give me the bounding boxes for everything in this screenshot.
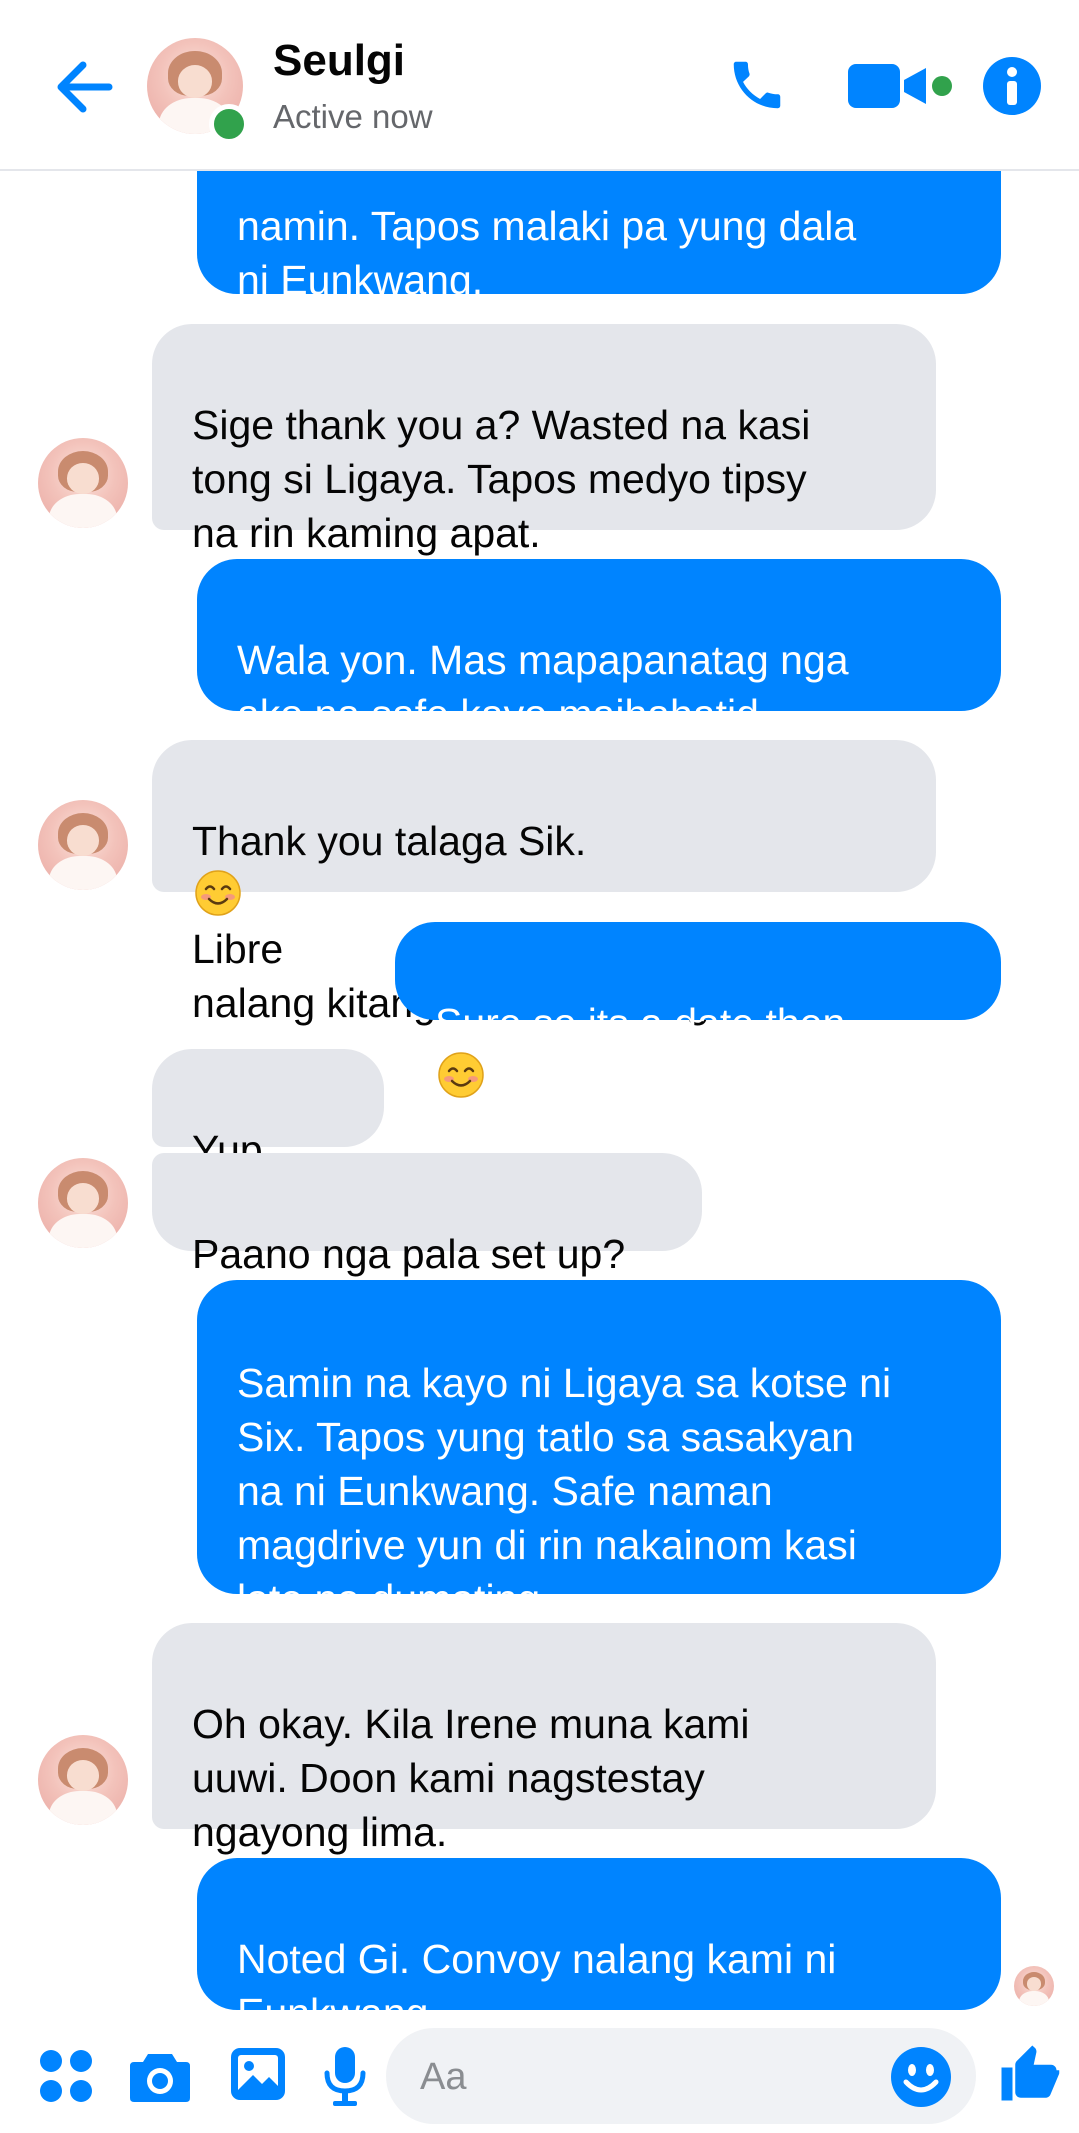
like-button[interactable]	[994, 2038, 1064, 2108]
audio-call-button[interactable]	[722, 50, 792, 120]
sender-avatar[interactable]	[38, 438, 128, 528]
chat-header: Seulgi Active now	[0, 0, 1079, 171]
image-icon	[231, 2048, 285, 2100]
message-bubble-incoming[interactable]: Sige thank you a? Wasted na kasi tong si…	[152, 324, 936, 556]
message-composer	[0, 2024, 1079, 2133]
message-text: Wala yon. Mas mapapanatag nga ako na saf…	[237, 637, 849, 737]
message-text: Sige thank you a? Wasted na kasi tong si…	[192, 402, 811, 556]
seen-indicator-avatar	[1014, 1966, 1054, 2006]
back-arrow-icon	[57, 61, 113, 113]
voice-message-button[interactable]	[322, 2044, 368, 2108]
emoji-button[interactable]	[890, 2046, 952, 2108]
messenger-chat-screen: Seulgi Active now namin. Tapos malaki pa…	[0, 0, 1079, 2133]
message-input-container[interactable]	[386, 2028, 976, 2126]
smiley-icon	[891, 2047, 951, 2107]
sender-avatar[interactable]	[38, 1158, 128, 1248]
message-text: Noted Gi. Convoy nalang kami ni Eunkwang…	[237, 1936, 837, 2024]
message-bubble-outgoing[interactable]: namin. Tapos malaki pa yung dala ni Eunk…	[197, 171, 1001, 303]
sender-avatar[interactable]	[38, 1735, 128, 1825]
camera-button[interactable]	[128, 2046, 192, 2106]
info-icon	[983, 57, 1041, 115]
message-bubble-outgoing[interactable]: Wala yon. Mas mapapanatag nga ako na saf…	[197, 559, 1001, 737]
message-bubble-outgoing[interactable]: Sure so its a date then.	[395, 922, 1001, 1098]
message-bubble-incoming[interactable]: Thank you talaga Sik. Libre nalang kitan…	[152, 740, 936, 1026]
back-button[interactable]	[48, 52, 118, 122]
gallery-button[interactable]	[228, 2044, 288, 2104]
message-list[interactable]: namin. Tapos malaki pa yung dala ni Eunk…	[0, 171, 1079, 2024]
message-input[interactable]	[418, 2028, 902, 2126]
message-bubble-outgoing[interactable]: Samin na kayo ni Ligaya sa kotse ni Six.…	[197, 1280, 1001, 1622]
sender-avatar[interactable]	[38, 800, 128, 890]
message-bubble-incoming[interactable]: Paano nga pala set up?	[152, 1153, 702, 1277]
more-actions-button[interactable]	[38, 2048, 94, 2104]
message-text: Samin na kayo ni Ligaya sa kotse ni Six.…	[237, 1360, 892, 1622]
camera-icon	[130, 2054, 190, 2102]
message-bubble-outgoing[interactable]: Noted Gi. Convoy nalang kami ni Eunkwang…	[197, 1858, 1001, 2024]
message-text: Oh okay. Kila Irene muna kami uuwi. Doon…	[192, 1701, 750, 1855]
phone-icon	[733, 61, 781, 109]
video-camera-icon	[848, 64, 952, 108]
info-button[interactable]	[980, 54, 1044, 118]
contact-name[interactable]: Seulgi	[273, 36, 405, 86]
message-bubble-incoming[interactable]: Oh okay. Kila Irene muna kami uuwi. Doon…	[152, 1623, 936, 1855]
message-bubble-incoming[interactable]: Yup.	[152, 1049, 384, 1225]
thumbs-up-icon	[1001, 2045, 1060, 2101]
online-status-dot	[209, 104, 249, 144]
contact-avatar[interactable]	[147, 38, 249, 144]
contact-status: Active now	[273, 98, 433, 135]
smiling-face-with-smiling-eyes-emoji	[438, 1052, 484, 1098]
four-dots-icon	[40, 2050, 92, 2102]
message-text: Thank you talaga Sik.	[192, 818, 587, 864]
microphone-icon	[324, 2047, 366, 2106]
message-text: Sure so its a date then.	[435, 1000, 857, 1046]
message-text: namin. Tapos malaki pa yung dala ni Eunk…	[237, 203, 857, 303]
message-text: Paano nga pala set up?	[192, 1231, 626, 1277]
video-call-button[interactable]	[846, 56, 954, 116]
smiling-face-with-smiling-eyes-emoji	[195, 870, 241, 916]
